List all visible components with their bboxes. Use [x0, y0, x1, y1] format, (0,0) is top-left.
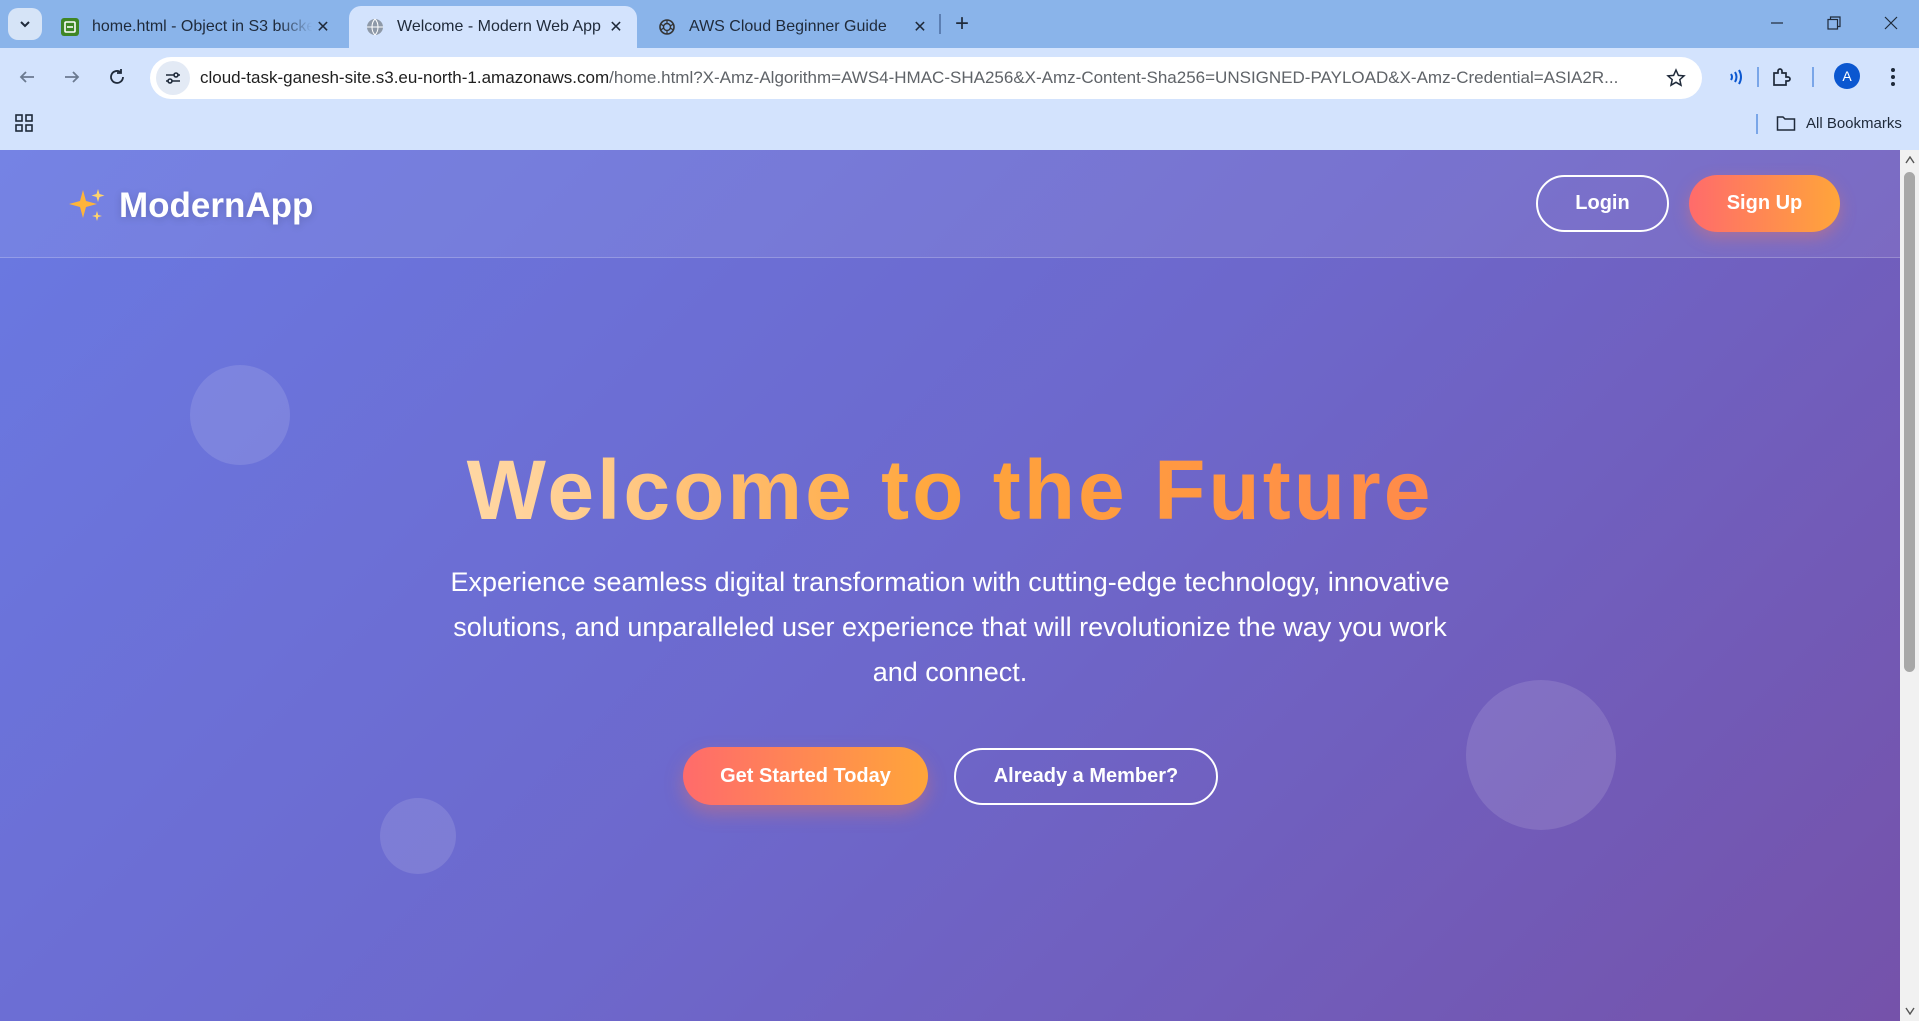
chevron-down-icon	[20, 21, 30, 28]
url-text[interactable]: cloud-task-ganesh-site.s3.eu-north-1.ama…	[200, 68, 1645, 88]
hero-title: Welcome to the Future	[0, 440, 1900, 540]
toolbar-separator	[1757, 67, 1759, 87]
minimize-button[interactable]	[1754, 4, 1800, 42]
get-started-button[interactable]: Get Started Today	[683, 747, 928, 805]
tab-search-button[interactable]	[8, 8, 42, 40]
extensions-icon[interactable]	[1766, 62, 1796, 92]
reload-button[interactable]	[100, 60, 134, 94]
close-icon[interactable]: ✕	[605, 16, 627, 38]
globe-icon	[365, 17, 385, 37]
bookmarks-label: All Bookmarks	[1806, 114, 1902, 132]
scroll-up-arrow-icon[interactable]	[1904, 155, 1915, 165]
more-menu-icon[interactable]	[1878, 62, 1908, 92]
already-member-button[interactable]: Already a Member?	[954, 748, 1218, 805]
tab-aws-guide[interactable]: AWS Cloud Beginner Guide ✕	[641, 6, 941, 48]
address-bar[interactable]: cloud-task-ganesh-site.s3.eu-north-1.ama…	[150, 57, 1702, 99]
close-icon[interactable]: ✕	[909, 16, 931, 38]
tab-modern-web-app[interactable]: Welcome - Modern Web App ✕	[349, 6, 637, 48]
close-icon	[1884, 16, 1898, 30]
back-button[interactable]	[10, 60, 44, 94]
s3-bucket-icon	[60, 17, 80, 37]
all-bookmarks-button[interactable]: All Bookmarks	[1776, 111, 1902, 135]
tab-title: home.html - Object in S3 bucket	[92, 18, 312, 35]
read-aloud-icon[interactable]	[1720, 62, 1750, 92]
url-path: /home.html?X-Amz-Algorithm=AWS4-HMAC-SHA…	[609, 68, 1619, 87]
site-settings-icon[interactable]	[156, 61, 190, 95]
star-icon[interactable]	[1664, 66, 1688, 90]
new-tab-button[interactable]: +	[948, 10, 976, 38]
tab-separator	[939, 14, 941, 34]
logo-text: ModernApp	[119, 186, 314, 225]
restore-button[interactable]	[1811, 4, 1857, 42]
tab-title: Welcome - Modern Web App	[397, 18, 601, 35]
apps-grid-icon[interactable]	[12, 111, 36, 135]
openai-icon	[657, 17, 677, 37]
decorative-circle	[1466, 680, 1616, 830]
tab-s3-object[interactable]: home.html - Object in S3 bucket ✕	[44, 6, 344, 48]
page-scrollbar[interactable]	[1900, 150, 1919, 1021]
bookmarks-separator	[1756, 114, 1758, 134]
toolbar-separator	[1812, 67, 1814, 87]
window-close-button[interactable]	[1868, 4, 1914, 42]
arrow-left-icon	[19, 71, 34, 83]
decorative-circle	[380, 798, 456, 874]
site-header: ModernApp Login Sign Up	[0, 150, 1900, 258]
web-page: ModernApp Login Sign Up Welcome to the F…	[0, 150, 1900, 1021]
tab-strip: home.html - Object in S3 bucket ✕ Welcom…	[0, 0, 1919, 48]
signup-button[interactable]: Sign Up	[1689, 175, 1840, 232]
avatar[interactable]: A	[1834, 63, 1860, 89]
sparkles-icon	[67, 186, 107, 226]
site-logo[interactable]: ModernApp	[67, 186, 313, 226]
hero-description: Experience seamless digital transformati…	[450, 567, 1450, 687]
url-domain: cloud-task-ganesh-site.s3.eu-north-1.ama…	[200, 68, 610, 87]
minimize-icon	[1771, 22, 1783, 24]
folder-icon	[1776, 116, 1796, 131]
close-icon[interactable]: ✕	[312, 16, 334, 38]
scrollbar-thumb[interactable]	[1904, 172, 1915, 672]
tab-title: AWS Cloud Beginner Guide	[689, 18, 887, 35]
forward-button[interactable]	[55, 60, 89, 94]
scroll-down-arrow-icon[interactable]	[1904, 1006, 1915, 1016]
reload-icon	[110, 69, 124, 84]
restore-icon	[1827, 16, 1841, 30]
arrow-right-icon	[65, 71, 80, 83]
login-button[interactable]: Login	[1536, 175, 1669, 232]
browser-toolbar: cloud-task-ganesh-site.s3.eu-north-1.ama…	[0, 48, 1919, 158]
